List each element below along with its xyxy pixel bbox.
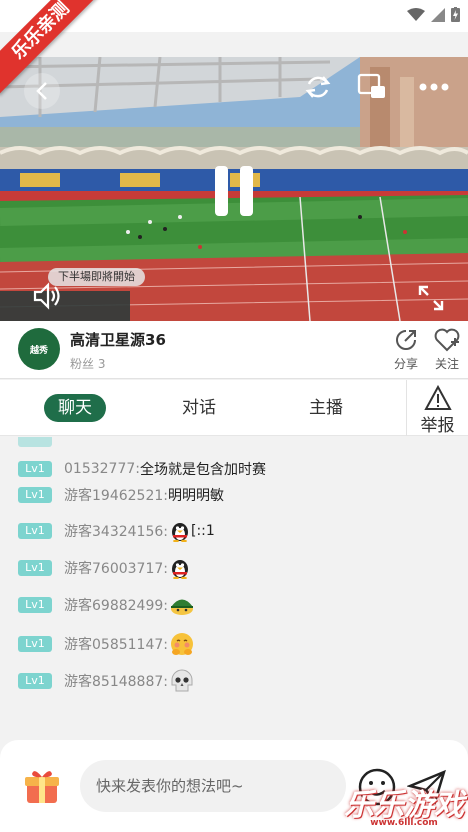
share-icon [396,330,416,350]
status-icons [407,7,460,22]
tab-chat[interactable]: 聊天 [44,394,106,422]
fullscreen-button[interactable] [414,281,448,315]
gift-icon [25,771,59,803]
bottom-watermark: 乐乐游戏 www.6lll.com [344,780,464,828]
gift-button[interactable] [22,766,62,806]
list-item: Lv1 游客85148887: [18,668,195,694]
app-root: 乐乐亲测 下半場即將開始 越秀 高清卫星源36 粉丝 3 分享 关注 聊天 对话… [0,0,468,832]
more-button[interactable] [416,75,452,99]
refresh-icon [305,76,331,98]
list-item: Lv1 游客69882499: [18,594,195,616]
input-bar: 快来发表你的想法吧~ 乐乐游戏 www.6lll.com [0,740,468,832]
avatar[interactable]: 越秀 [18,328,60,370]
level-badge: Lv1 [18,597,52,613]
expand-icon [418,285,444,311]
list-item [18,437,64,447]
message-nick[interactable]: 游客19462521: [64,485,168,505]
tab-bar: 聊天 对话 主播 举报 [0,380,468,436]
pause-button[interactable] [208,163,260,219]
back-button[interactable] [24,73,60,109]
helmet-emoji-icon [170,599,193,615]
tab-host[interactable]: 主播 [309,394,343,422]
follow-label: 关注 [434,357,459,371]
message-nick[interactable]: 游客85148887: [64,671,168,691]
share-label: 分享 [393,357,418,371]
warning-icon [423,385,452,410]
share-button[interactable]: 分享 [388,327,424,372]
list-item: Lv1 01532777: 全场就是包含加时赛 [18,459,266,479]
message-nick[interactable]: 游客76003717: [64,558,168,578]
level-badge: Lv1 [18,636,52,652]
more-dots-icon [419,83,449,91]
fans-count: 粉丝 3 [70,357,106,371]
picture-in-picture-icon [357,73,385,98]
message-nick[interactable]: 01532777: [64,461,140,477]
message-text: 明明明敏 [167,488,224,504]
level-badge: Lv1 [18,560,52,576]
channel-title: 高清卫星源36 [70,331,166,349]
channel-info-bar: 越秀 高清卫星源36 粉丝 3 分享 关注 [0,321,468,379]
tab-dialogue[interactable]: 对话 [182,394,216,422]
list-item: Lv1 游客05851147: [18,631,195,657]
chat-list[interactable]: Lv1 01532777: 全场就是包含加时赛 Lv1 游客19462521: 明明明敏… [0,437,468,737]
list-item: Lv1 游客34324156: [::1 [18,520,215,542]
list-item: Lv1 游客76003717: [18,557,191,579]
report-label: 举报 [420,416,455,436]
battery-icon [451,7,460,22]
chevron-left-icon [36,82,47,100]
message-text: 全场就是包含加时赛 [139,462,266,478]
level-badge [18,437,52,447]
pip-button[interactable] [356,71,388,103]
heart-plus-icon [434,328,460,352]
skull-emoji-icon [171,669,193,692]
list-item: Lv1 游客19462521: 明明明敏 [18,485,224,505]
message-nick[interactable]: 游客69882499: [64,595,168,615]
level-badge: Lv1 [18,673,52,689]
wifi-icon [407,7,425,21]
follow-button[interactable]: 关注 [429,327,465,372]
speaker-icon [33,282,60,310]
video-player[interactable]: 下半場即將開始 [0,57,468,321]
level-badge: Lv1 [18,523,52,539]
signal-icon [431,7,445,22]
report-button[interactable]: 举报 [406,380,468,436]
message-text: [::1 [190,523,215,539]
comment-input[interactable]: 快来发表你的想法吧~ [80,760,346,812]
level-badge: Lv1 [18,461,52,477]
level-badge: Lv1 [18,487,52,503]
refresh-button[interactable] [302,71,334,103]
volume-button[interactable] [30,279,64,313]
shy-emoji-icon [170,633,193,655]
avatar-label: 越秀 [29,345,48,356]
penguin-emoji-icon [171,560,188,579]
message-nick[interactable]: 游客34324156: [64,521,168,541]
message-nick[interactable]: 游客05851147: [64,634,168,654]
penguin-emoji-icon [171,523,188,542]
pause-icon [215,166,253,216]
